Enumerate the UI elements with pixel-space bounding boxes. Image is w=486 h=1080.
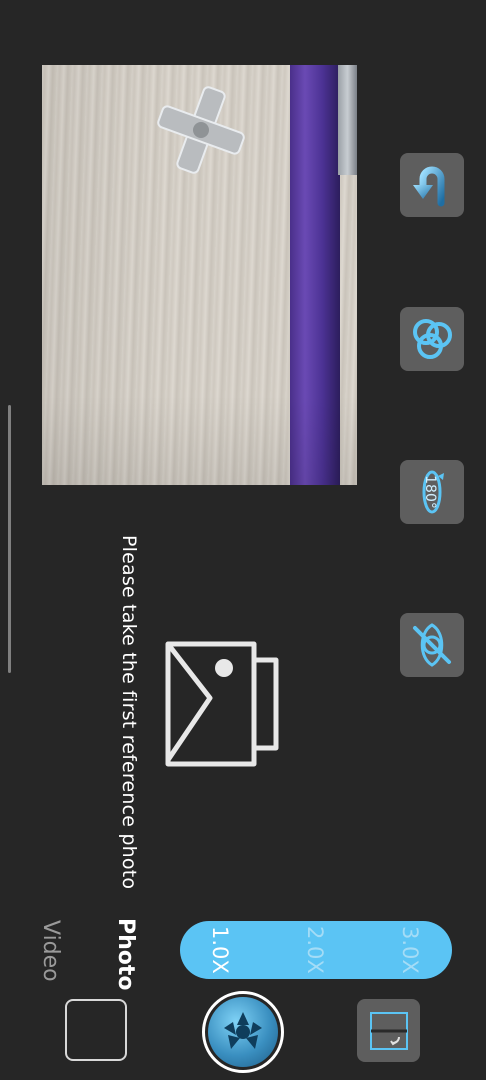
zoom-option-2x[interactable]: 2.0X: [303, 926, 327, 974]
filters-button[interactable]: [400, 307, 464, 371]
visibility-toggle-button[interactable]: [400, 613, 464, 677]
camera-preview[interactable]: [42, 65, 357, 485]
mode-video[interactable]: Video: [38, 920, 63, 982]
svg-text:180°: 180°: [422, 475, 438, 509]
gallery-thumbnail-button[interactable]: [65, 999, 127, 1061]
eye-off-icon: [413, 623, 451, 667]
u-turn-arrow-icon: [413, 166, 445, 207]
zoom-option-1x[interactable]: 1.0X: [208, 926, 232, 974]
aperture-icon: [224, 1012, 262, 1049]
image-stack-icon: [165, 641, 279, 767]
undo-button[interactable]: [400, 153, 464, 217]
mode-photo[interactable]: Photo: [113, 918, 138, 991]
hint-text: Please take the first reference photo: [118, 535, 140, 890]
shutter-button[interactable]: [202, 991, 284, 1073]
preview-edge-object: [338, 65, 357, 175]
split-view-icon: [369, 1011, 408, 1050]
rotate-180-icon: 180°: [422, 470, 444, 514]
rotate-180-button[interactable]: 180°: [400, 460, 464, 524]
preview-usb-adapter-object: [157, 86, 245, 174]
overlapping-circles-icon: [413, 319, 452, 359]
zoom-option-3x[interactable]: 3.0X: [398, 926, 422, 974]
switch-view-button[interactable]: [357, 999, 420, 1062]
drawer-handle[interactable]: [8, 405, 11, 673]
